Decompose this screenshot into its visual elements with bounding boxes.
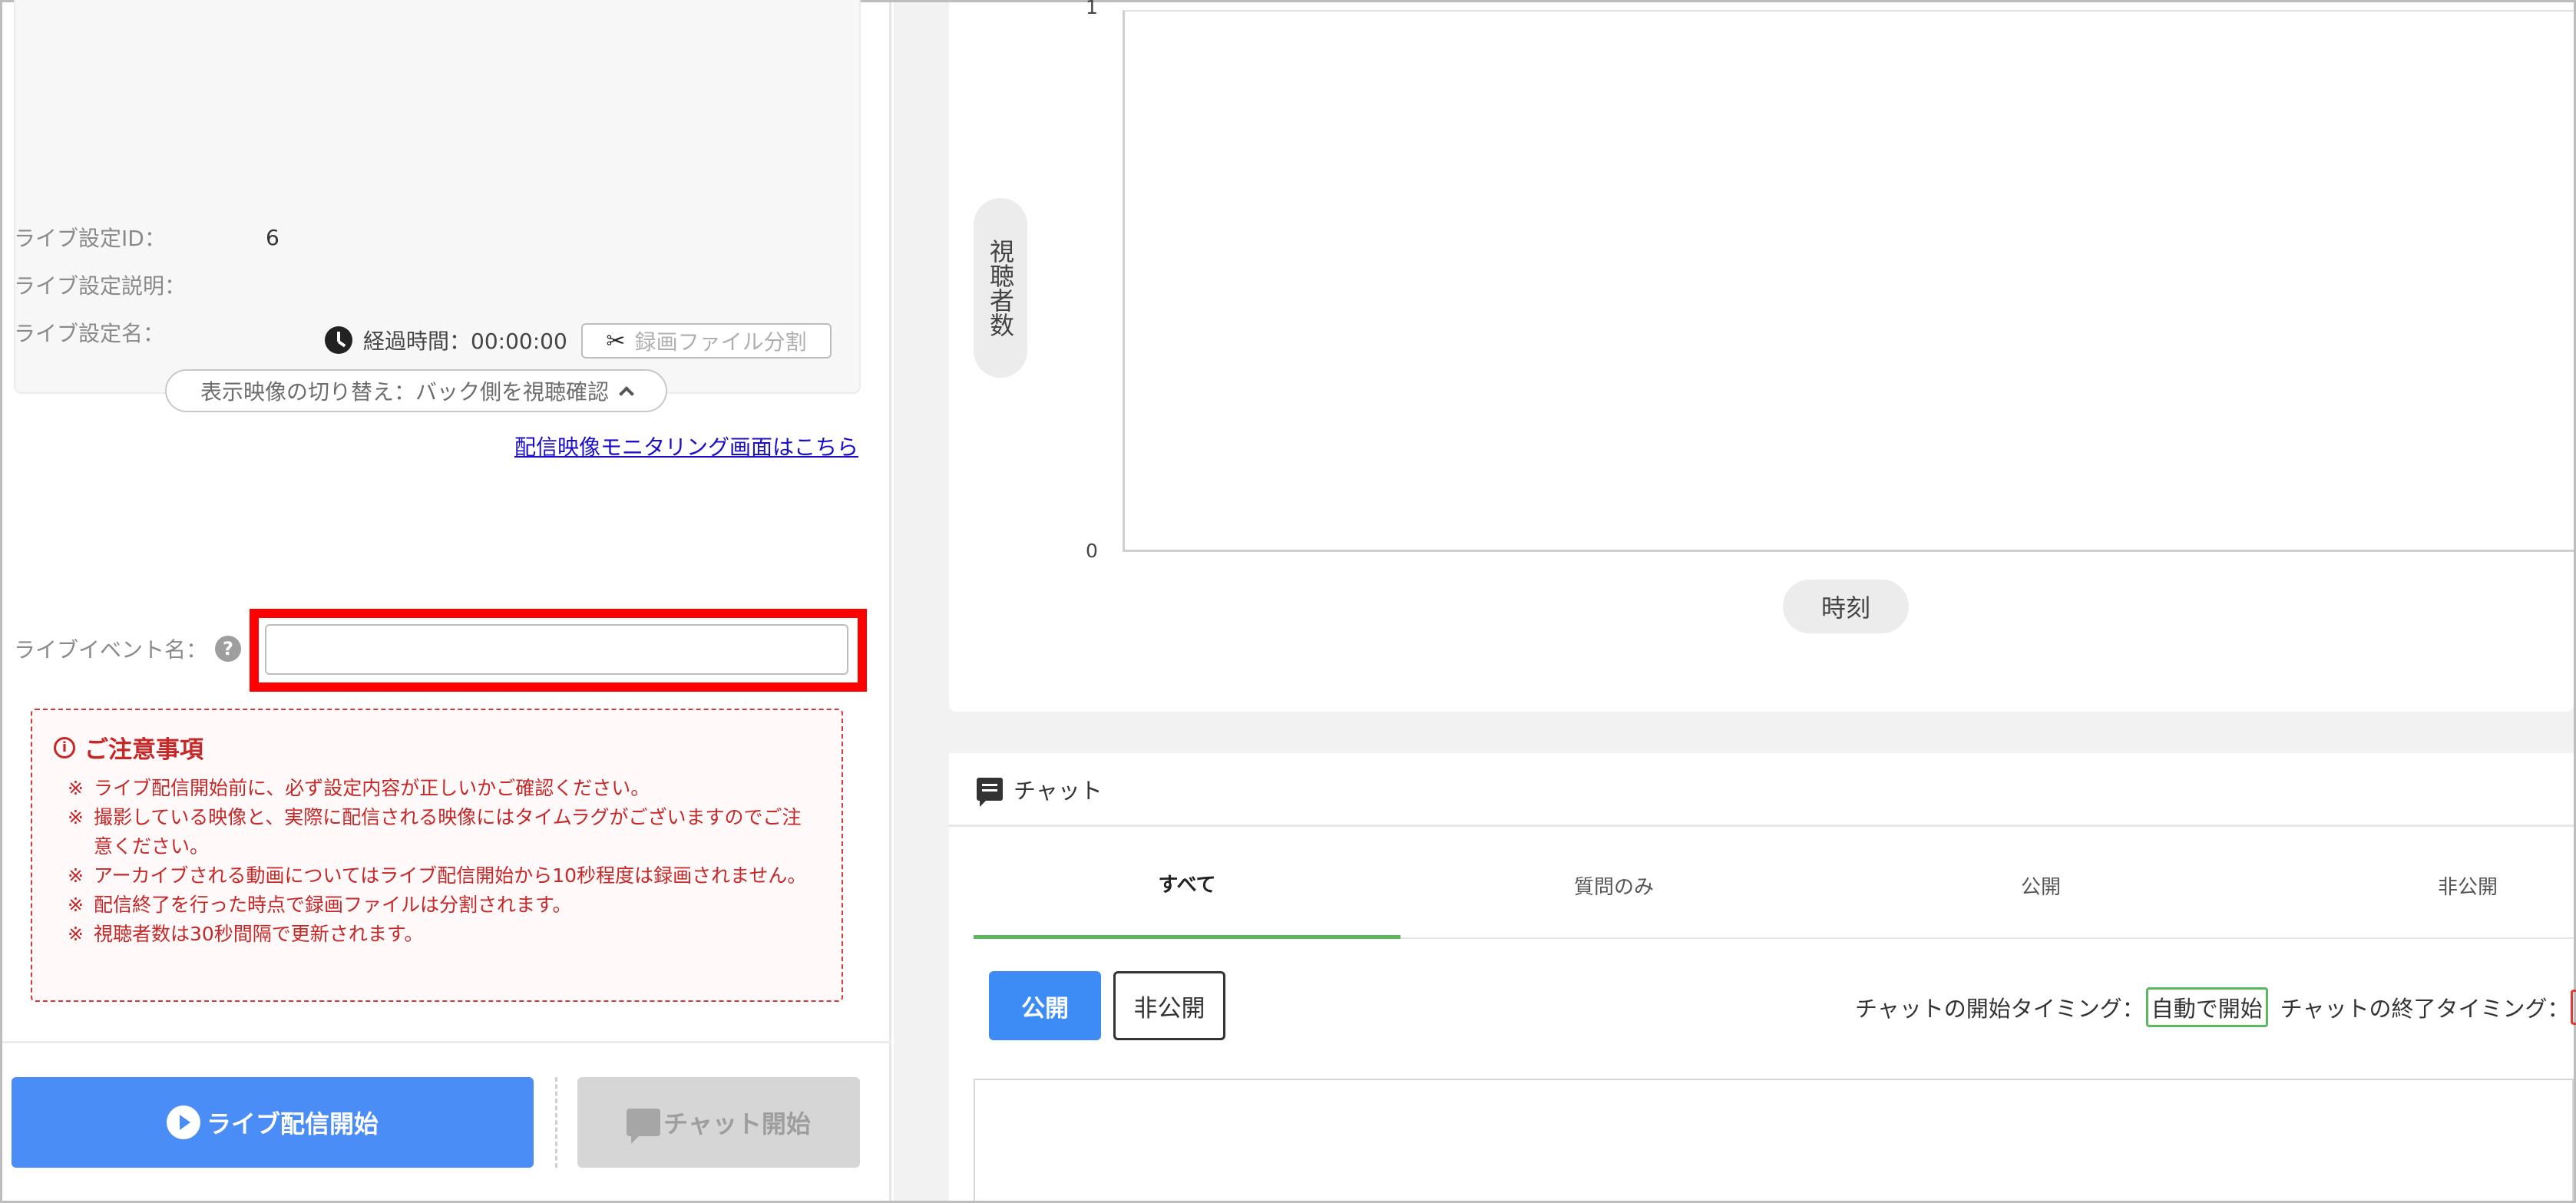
event-name-input[interactable] (265, 624, 848, 675)
plot-area (1123, 10, 2574, 552)
tab-public[interactable]: 公開 (1827, 831, 2254, 939)
setting-id-label: ライブ設定ID： (14, 226, 166, 251)
x-axis-title: 時刻 (1783, 580, 1909, 633)
event-name-label: ライブイベント名： (14, 637, 208, 663)
setting-id-row: ライブ設定ID： (14, 222, 166, 253)
start-live-button[interactable]: ライブ配信開始 (12, 1077, 534, 1168)
notice-item: ※ ライブ配信開始前に、必ず設定内容が正しいかご確認ください。 (54, 774, 820, 803)
setting-id-value: 6 (266, 224, 279, 250)
tab-private[interactable]: 非公開 (2254, 831, 2576, 939)
setting-desc-label: ライブ設定説明： (14, 273, 187, 299)
right-panel: 1 0 視聴者数 時刻 チャット すべて 質問のみ 公開 非公開 公開 非公開 … (894, 0, 2576, 1201)
elapsed-time-text: 経過時間：00:00:00 (363, 329, 567, 354)
elapsed-time: 経過時間：00:00:00 (325, 325, 567, 355)
notice-mark: ※ (68, 777, 84, 799)
notice-text: アーカイブされる動画についてはライブ配信開始から10秒程度は録画されません。 (94, 864, 807, 887)
notice-box: i ご注意事項 ※ ライブ配信開始前に、必ず設定内容が正しいかご確認ください。 ※ 撮… (31, 709, 843, 1002)
chat-header-title: チャット (1014, 777, 1103, 804)
switch-view-label: 表示映像の切り替え：バック側を視聴確認 (200, 379, 609, 405)
notice-mark: ※ (68, 806, 84, 828)
switch-view-toggle[interactable]: 表示映像の切り替え：バック側を視聴確認 (165, 369, 667, 412)
play-icon (166, 1106, 200, 1139)
notice-mark: ※ (68, 894, 84, 916)
notice-item: ※ 配信終了を行った時点で録画ファイルは分割されます。 (54, 891, 820, 920)
divider (2, 1041, 891, 1043)
button-divider (555, 1077, 557, 1168)
chevron-up-icon (619, 386, 634, 402)
setting-name-row: ライブ設定名： (14, 317, 164, 348)
start-timing-value[interactable]: 自動で開始 (2145, 987, 2268, 1027)
start-chat-label: チャット開始 (663, 1109, 811, 1139)
chat-header: チャット (949, 753, 2574, 827)
chat-icon (627, 1109, 661, 1144)
chat-card: チャット すべて 質問のみ 公開 非公開 公開 非公開 チャットの開始タイミング… (949, 753, 2576, 1201)
notice-mark: ※ (68, 864, 84, 887)
end-timing-value[interactable] (2571, 990, 2576, 1025)
clock-icon (325, 326, 352, 354)
notice-text: ライブ配信開始前に、必ず設定内容が正しいかご確認ください。 (94, 777, 650, 799)
scissors-icon: ✂ (606, 327, 626, 355)
y-axis-title-pill: 視聴者数 (974, 198, 1027, 378)
chat-icon (977, 777, 1003, 807)
viewer-chart-card: 1 0 視聴者数 時刻 (949, 0, 2574, 712)
tab-questions-only[interactable]: 質問のみ (1400, 831, 1827, 939)
notice-item: ※ アーカイブされる動画についてはライブ配信開始から10秒程度は録画されません。 (54, 861, 820, 891)
info-icon: i (54, 736, 75, 758)
setting-name-label: ライブ設定名： (14, 321, 165, 346)
start-live-label: ライブ配信開始 (206, 1109, 379, 1139)
notice-mark: ※ (68, 923, 84, 945)
unpublish-button[interactable]: 非公開 (1113, 971, 1225, 1040)
notice-item: ※ 撮影している映像と、実際に配信される映像にはタイムラグがございますのでご注意く… (54, 803, 820, 861)
y-axis-title: 視聴者数 (986, 239, 1015, 337)
notice-item: ※ 視聴者数は30秒間隔で更新されます。 (54, 920, 820, 949)
y-tick-label: 0 (1086, 540, 1098, 562)
setting-id-value-row: 6 (266, 222, 279, 253)
notice-title: i ご注意事項 (54, 730, 820, 765)
start-chat-button[interactable]: チャット開始 (577, 1077, 860, 1168)
help-icon[interactable]: ? (215, 636, 242, 662)
notice-list: ※ ライブ配信開始前に、必ず設定内容が正しいかご確認ください。 ※ 撮影している映像と… (54, 774, 820, 949)
notice-text: 配信終了を行った時点で録画ファイルは分割されます。 (94, 894, 572, 916)
notice-text: 視聴者数は30秒間隔で更新されます。 (94, 923, 424, 945)
end-timing-label: チャットの終了タイミング： (2280, 996, 2570, 1022)
chat-tabs: すべて 質問のみ 公開 非公開 (974, 831, 2574, 939)
start-timing-label: チャットの開始タイミング： (1855, 996, 2144, 1022)
split-recording-button[interactable]: ✂ 録画ファイル分割 (581, 323, 832, 359)
publish-button[interactable]: 公開 (989, 971, 1101, 1040)
notice-title-text: ご注意事項 (84, 736, 203, 764)
setting-desc-row: ライブ設定説明： (14, 269, 186, 300)
split-recording-label: 録画ファイル分割 (634, 329, 807, 355)
chat-message-area (974, 1079, 2574, 1201)
monitoring-link[interactable]: 配信映像モニタリング画面はこちら (514, 431, 858, 461)
notice-text: 撮影している映像と、実際に配信される映像にはタイムラグがございますのでご注意くだ… (94, 806, 802, 858)
left-panel: 経過時間：00:00:00 ✂ 録画ファイル分割 表示映像の切り替え：バック側を… (2, 0, 891, 1201)
event-name-row: ライブイベント名： ? (14, 633, 242, 664)
tab-all[interactable]: すべて (974, 831, 1400, 939)
chat-timing: チャットの開始タイミング： 自動で開始 チャットの終了タイミング： (1855, 987, 2576, 1027)
y-tick-label: 1 (1086, 0, 1098, 18)
